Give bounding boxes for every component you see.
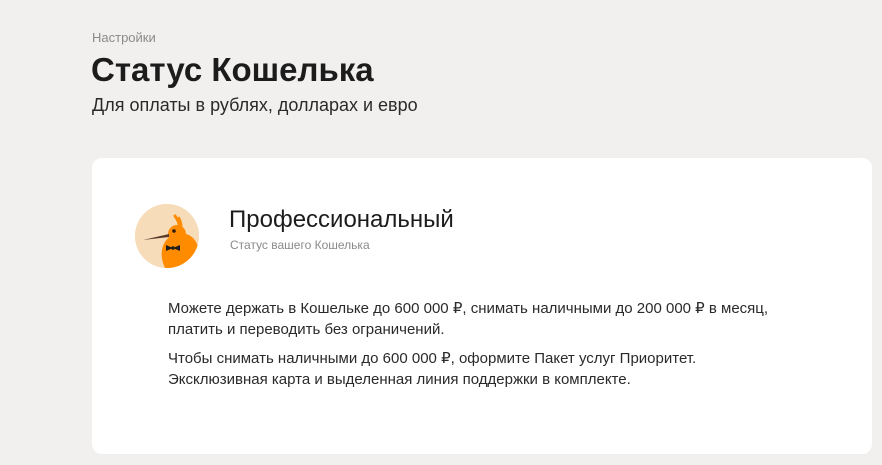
upgrade-offer-text: Чтобы снимать наличными до 600 000 ₽, оф… <box>168 350 697 388</box>
kiwi-bird-with-bowtie-icon <box>135 204 199 268</box>
wallet-status-card: Профессиональный Статус вашего Кошелька … <box>92 158 872 454</box>
status-caption: Статус вашего Кошелька <box>230 238 370 252</box>
status-limits-text: Можете держать в Кошельке до 600 000 ₽, … <box>168 300 769 338</box>
status-name: Профессиональный <box>229 206 454 233</box>
breadcrumb[interactable]: Настройки <box>92 30 156 46</box>
page-subtitle: Для оплаты в рублях, долларах и евро <box>92 95 418 115</box>
page-title: Статус Кошелька <box>91 51 374 88</box>
